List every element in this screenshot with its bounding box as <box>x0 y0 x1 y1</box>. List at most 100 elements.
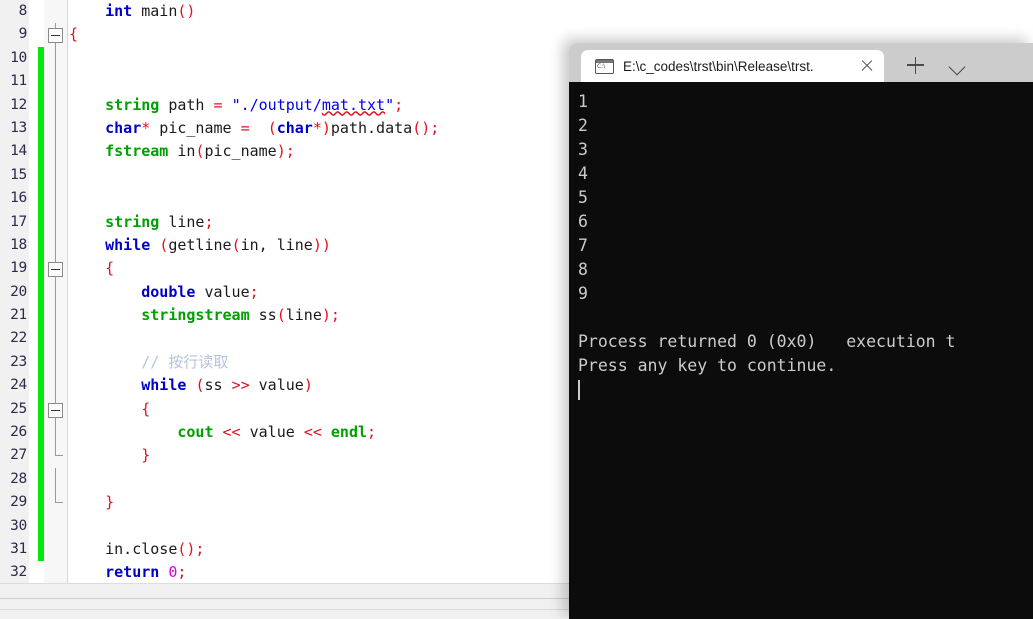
fold-margin[interactable] <box>44 421 68 445</box>
line-number: 32 <box>0 561 29 583</box>
fold-margin[interactable] <box>44 491 68 515</box>
code-line[interactable]: 32 return 0; <box>0 561 580 583</box>
fold-margin[interactable] <box>44 46 68 71</box>
code-token: "./output/ <box>231 95 322 114</box>
fold-guide-line <box>55 163 56 188</box>
fold-margin[interactable] <box>44 304 68 328</box>
fold-margin[interactable] <box>44 70 68 94</box>
terminal-title-bar[interactable]: E:\c_codes\trst\bin\Release\trst. <box>569 43 1033 82</box>
code-editor-text-area[interactable]: 8 int main() 9{10 11 12 string path = "./ou… <box>0 0 580 583</box>
code-token: return <box>105 563 160 582</box>
fold-margin[interactable] <box>44 444 68 468</box>
terminal-window: E:\c_codes\trst\bin\Release\trst. 1 2 3 4 5 6… <box>569 43 1033 619</box>
fold-collapse-icon[interactable] <box>48 402 63 418</box>
code-line[interactable]: 18 while (getline(in, line)) <box>0 233 580 258</box>
new-tab-icon[interactable] <box>900 51 930 79</box>
code-line[interactable]: 11 <box>0 70 580 94</box>
terminal-output-line: 9 <box>578 284 588 303</box>
fold-margin[interactable] <box>44 140 68 164</box>
code-line[interactable]: 23 // 按行读取 <box>0 350 580 375</box>
code-line[interactable]: 17 string line; <box>0 210 580 234</box>
code-line[interactable]: 26 cout << value << endl; <box>0 421 580 445</box>
code-line[interactable]: 27 } <box>0 444 580 468</box>
code-line[interactable]: 12 string path = "./output/mat.txt"; <box>0 93 580 117</box>
code-line[interactable]: 31 in.close(); <box>0 537 580 562</box>
fold-margin[interactable] <box>44 163 68 188</box>
code-line-text: int main() <box>69 0 195 23</box>
code-line-text: fstream in(pic_name); <box>69 140 295 163</box>
close-icon[interactable] <box>854 53 880 79</box>
terminal-output-line: Press any key to continue. <box>578 356 837 375</box>
fold-margin[interactable] <box>44 280 68 305</box>
code-line[interactable]: 30 <box>0 514 580 538</box>
fold-margin[interactable] <box>44 116 68 141</box>
code-line[interactable]: 25 { <box>0 397 580 422</box>
fold-margin[interactable] <box>44 93 68 117</box>
fold-collapse-icon[interactable] <box>48 262 63 278</box>
fold-margin[interactable] <box>44 467 68 492</box>
line-number: 8 <box>0 0 29 24</box>
code-token: >> <box>231 376 250 395</box>
code-token: ss <box>249 306 277 325</box>
line-number: 29 <box>0 491 29 515</box>
code-line[interactable]: 8 int main() <box>0 0 580 24</box>
fold-margin[interactable] <box>44 327 68 351</box>
terminal-output-line: Process returned 0 (0x0) execution t <box>578 332 956 351</box>
code-line-text: { <box>69 257 114 280</box>
code-line[interactable]: 21 stringstream ss(line); <box>0 304 580 328</box>
code-token: // 按行读取 <box>141 352 229 371</box>
fold-margin[interactable] <box>44 374 68 398</box>
code-token: { <box>141 399 151 418</box>
code-line[interactable]: 22 <box>0 327 580 351</box>
terminal-output-area[interactable]: 1 2 3 4 5 6 7 8 9 Process returned 0 (0x0) execu… <box>569 82 1033 619</box>
code-token: path <box>159 95 214 114</box>
fold-margin[interactable] <box>44 514 68 538</box>
code-token: fstream <box>105 142 169 161</box>
code-line-text: } <box>69 444 150 467</box>
fold-margin[interactable] <box>44 397 68 422</box>
fold-margin[interactable] <box>44 257 68 281</box>
fold-guide-line <box>55 467 56 492</box>
code-line[interactable]: 9{ <box>0 23 580 47</box>
line-number: 30 <box>0 514 29 538</box>
code-line[interactable]: 13 char* pic_name = (char*)path.data(); <box>0 116 580 141</box>
code-line[interactable]: 15 <box>0 163 580 188</box>
editor-horizontal-scrollbar[interactable] <box>0 583 580 599</box>
code-line[interactable]: 19 { <box>0 257 580 281</box>
code-line[interactable]: 16 <box>0 187 580 211</box>
code-token: in, line <box>240 235 313 254</box>
fold-collapse-icon[interactable] <box>48 28 63 44</box>
terminal-tab[interactable]: E:\c_codes\trst\bin\Release\trst. <box>581 50 884 82</box>
fold-margin[interactable] <box>44 350 68 375</box>
code-token: ( <box>231 235 241 254</box>
fold-margin[interactable] <box>44 23 68 47</box>
chevron-down-icon[interactable] <box>942 51 972 79</box>
fold-margin[interactable] <box>44 0 68 24</box>
fold-margin[interactable] <box>44 187 68 211</box>
code-line[interactable]: 20 double value; <box>0 280 580 305</box>
code-line[interactable]: 10 <box>0 46 580 71</box>
terminal-output-line: 6 <box>578 212 588 231</box>
code-token: ; <box>367 423 377 442</box>
fold-margin[interactable] <box>44 561 68 583</box>
code-line[interactable]: 24 while (ss >> value) <box>0 374 580 398</box>
fold-guide-line <box>55 350 56 375</box>
code-line[interactable]: 28 <box>0 467 580 492</box>
fold-margin[interactable] <box>44 210 68 234</box>
code-token: value <box>195 282 250 301</box>
fold-margin[interactable] <box>44 537 68 562</box>
code-line[interactable]: 29 } <box>0 491 580 515</box>
code-token: << <box>222 423 241 442</box>
code-token: ( <box>267 118 277 137</box>
code-line[interactable]: 14 fstream in(pic_name); <box>0 140 580 164</box>
fold-margin[interactable] <box>44 233 68 258</box>
